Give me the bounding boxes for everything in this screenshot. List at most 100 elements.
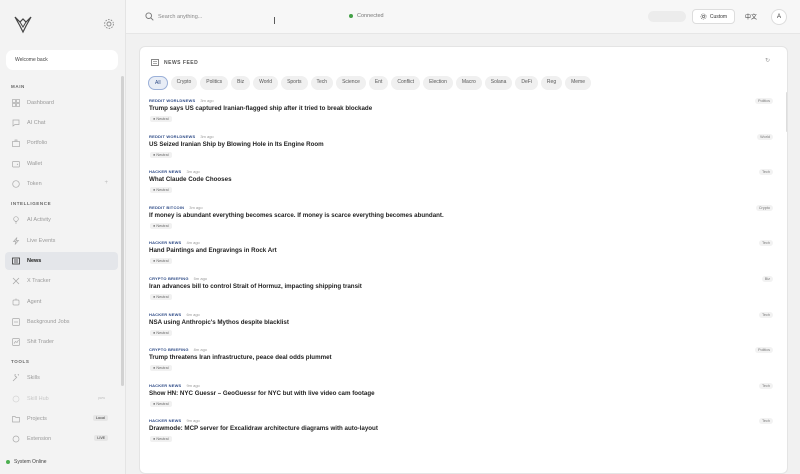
gear-icon[interactable] xyxy=(103,18,115,30)
news-headline[interactable]: What Claude Code Chooses xyxy=(149,176,232,183)
news-item[interactable]: REDDIT BITCOIN 3m ago If money is abundan… xyxy=(140,203,785,239)
filter-chip-all[interactable]: All xyxy=(148,76,168,90)
sidebar-item-portfolio[interactable]: Portfolio xyxy=(5,134,118,152)
news-item[interactable]: REDDIT WORLDNEWS 3m ago US Seized Iranian… xyxy=(140,132,785,168)
sidebar-item-skills[interactable]: Skills xyxy=(5,369,118,387)
news-headline[interactable]: NSA using Anthropic's Mythos despite bla… xyxy=(149,319,289,326)
filter-chip-solana[interactable]: Solana xyxy=(484,76,513,90)
filter-chip-sports[interactable]: Sports xyxy=(281,76,308,90)
sidebar-item-x-tracker[interactable]: X Tracker xyxy=(5,272,118,290)
filter-chip-biz[interactable]: Biz xyxy=(231,76,251,90)
filter-chip-politics[interactable]: Politics xyxy=(200,76,229,90)
category-badge: Crypto xyxy=(755,204,773,211)
connection-dot xyxy=(349,14,353,18)
sidebar-item-shit-trader[interactable]: Shit Trader xyxy=(5,333,118,351)
news-headline[interactable]: US Seized Iranian Ship by Blowing Hole i… xyxy=(149,141,324,148)
news-item[interactable]: HACKER NEWS 3m ago What Claude Code Choos… xyxy=(140,167,785,203)
sidebar-item-wallet[interactable]: Wallet xyxy=(5,155,118,173)
sidebar-item-agent[interactable]: Agent xyxy=(5,293,118,311)
welcome-card: Welcome back xyxy=(6,50,118,70)
news-headline[interactable]: Trump says US captured Iranian-flagged s… xyxy=(149,105,372,112)
feed-scrollbar[interactable] xyxy=(786,92,787,132)
news-item[interactable]: REDDIT WORLDNEWS 3m ago Trump says US cap… xyxy=(140,96,785,132)
sidebar-item-skill-hub[interactable]: Skill Hub pww xyxy=(5,390,118,408)
filter-chip-ent[interactable]: Ent xyxy=(368,76,389,90)
app-logo-icon[interactable] xyxy=(13,14,33,34)
bolt-icon xyxy=(12,237,20,245)
category-badge: Tech xyxy=(758,311,773,318)
filter-chip-crypto[interactable]: Crypto xyxy=(170,76,198,90)
section-label-intelligence: INTELLIGENCE xyxy=(11,201,52,206)
filter-chip-science[interactable]: Science xyxy=(336,76,366,90)
news-item[interactable]: HACKER NEWS 4m ago Hand Paintings and Eng… xyxy=(140,238,785,274)
sidebar-item-news[interactable]: News xyxy=(5,252,118,270)
top-bar: I Connected Custom 中文 A xyxy=(126,0,800,34)
connection-status: Connected xyxy=(349,13,384,19)
filter-chip-defi[interactable]: DeFi xyxy=(515,76,538,90)
chat-icon xyxy=(12,119,20,127)
news-item[interactable]: HACKER NEWS 6m ago NSA using Anthropic's … xyxy=(140,310,785,346)
sentiment-text: Neutral xyxy=(156,152,169,157)
sentiment-badge: ● Neutral xyxy=(150,116,172,122)
refresh-icon[interactable]: ↻ xyxy=(765,57,770,64)
news-item[interactable]: CRYPTO BRIEFING 8m ago Trump threatens Ir… xyxy=(140,345,785,381)
news-source: HACKER NEWS xyxy=(149,382,182,388)
news-list: REDDIT WORLDNEWS 3m ago Trump says US cap… xyxy=(140,96,785,452)
sentiment-text: Neutral xyxy=(156,437,169,442)
sidebar-item-token[interactable]: Token + xyxy=(5,175,118,193)
sidebar-item-projects[interactable]: Projects Local xyxy=(5,410,118,428)
news-headline[interactable]: Hand Paintings and Engravings in Rock Ar… xyxy=(149,247,277,254)
expand-plus-icon[interactable]: + xyxy=(104,180,108,186)
filter-chip-meme[interactable]: Meme xyxy=(565,76,592,90)
news-headline[interactable]: Show HN: NYC Guessr – GeoGuessr for NYC … xyxy=(149,390,375,397)
news-headline[interactable]: Drawmode: MCP server for Excalidraw arch… xyxy=(149,425,378,432)
news-headline[interactable]: Trump threatens Iran infrastructure, pea… xyxy=(149,354,332,361)
news-source: HACKER NEWS xyxy=(149,418,182,424)
sentiment-badge: ● Neutral xyxy=(150,400,172,407)
filter-chip-reg[interactable]: Reg xyxy=(540,76,563,90)
news-item[interactable]: HACKER NEWS 9m ago Show HN: NYC Guessr – … xyxy=(140,381,785,417)
sidebar-item-label: News xyxy=(27,258,42,264)
sentiment-text: Neutral xyxy=(156,117,169,121)
puzzle-icon xyxy=(12,435,20,443)
system-status: System Online xyxy=(6,459,47,465)
sidebar-item-live-events[interactable]: Live Events xyxy=(5,232,118,250)
sidebar-scrollbar[interactable] xyxy=(121,76,124,386)
custom-button[interactable]: Custom xyxy=(692,9,735,24)
news-source: REDDIT WORLDNEWS xyxy=(149,98,196,103)
news-headline[interactable]: Iran advances bill to control Strait of … xyxy=(149,283,362,290)
filter-chip-conflict[interactable]: Conflict xyxy=(391,76,421,90)
language-toggle[interactable]: 中文 xyxy=(745,12,757,21)
search-input[interactable] xyxy=(158,11,298,23)
news-item[interactable]: HACKER NEWS 9m ago Drawmode: MCP server f… xyxy=(140,416,785,452)
filter-chip-election[interactable]: Election xyxy=(423,76,453,90)
sidebar-item-label: AI Activity xyxy=(27,217,51,223)
news-time: 3m ago xyxy=(200,98,214,103)
sidebar-item-label: Agent xyxy=(27,299,42,305)
sidebar-item-dashboard[interactable]: Dashboard xyxy=(5,94,118,112)
sidebar-item-extension[interactable]: Extension LIVE xyxy=(5,430,118,448)
filter-chip-world[interactable]: World xyxy=(253,76,279,90)
extension-badge: LIVE xyxy=(94,435,108,441)
placeholder-pill xyxy=(648,11,686,22)
category-badge: Politics xyxy=(754,98,773,104)
news-source: HACKER NEWS xyxy=(149,240,182,246)
sidebar-item-background-jobs[interactable]: Background Jobs xyxy=(5,313,118,331)
sentiment-badge: ● Neutral xyxy=(150,329,172,336)
news-time: 6m ago xyxy=(186,311,200,317)
wrench-icon xyxy=(12,374,19,382)
news-source: CRYPTO BRIEFING xyxy=(149,275,189,281)
sidebar-item-ai-activity[interactable]: AI Activity xyxy=(5,211,118,229)
projects-badge: Local xyxy=(92,415,108,421)
avatar[interactable]: A xyxy=(771,9,787,25)
filter-chip-tech[interactable]: Tech xyxy=(310,76,334,90)
x-logo-icon xyxy=(12,277,20,285)
sidebar-item-ai-chat[interactable]: AI Chat xyxy=(5,114,118,132)
category-badge: Politics xyxy=(754,347,773,354)
sidebar-item-label: Portfolio xyxy=(27,140,48,146)
category-badge: World xyxy=(757,133,773,140)
sentiment-text: Neutral xyxy=(156,330,169,335)
filter-chip-macro[interactable]: Macro xyxy=(455,76,482,90)
news-item[interactable]: CRYPTO BRIEFING 5m ago Iran advances bill… xyxy=(140,274,785,310)
news-headline[interactable]: If money is abundant everything becomes … xyxy=(149,212,444,219)
